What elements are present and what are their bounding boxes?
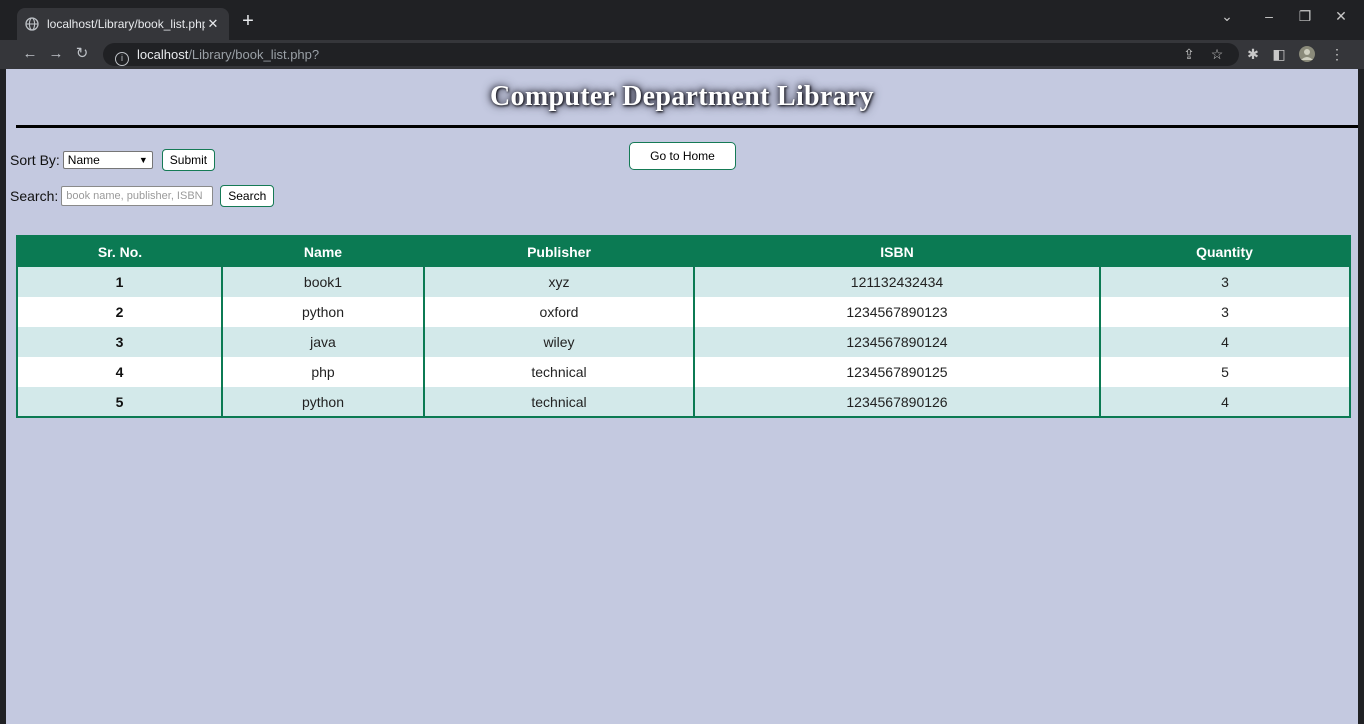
go-home-button[interactable]: Go to Home bbox=[629, 142, 736, 170]
search-input[interactable]: book name, publisher, ISBN bbox=[61, 186, 214, 206]
cell-quantity: 3 bbox=[1099, 267, 1350, 297]
cell-sr-no: 3 bbox=[17, 327, 222, 357]
address-bar[interactable]: i localhost/Library/book_list.php? bbox=[103, 43, 1239, 66]
cell-sr-no: 2 bbox=[17, 297, 222, 327]
table-row: 2 python oxford 1234567890123 3 bbox=[17, 297, 1350, 327]
reload-icon[interactable]: ↻ bbox=[72, 44, 92, 64]
sort-label: Sort By: bbox=[10, 152, 60, 168]
star-icon[interactable]: ☆ bbox=[1208, 45, 1226, 63]
window-frame-right bbox=[1358, 69, 1364, 724]
table-row: 1 book1 xyz 121132432434 3 bbox=[17, 267, 1350, 297]
sidepanel-icon[interactable]: ◧ bbox=[1270, 45, 1288, 63]
profile-icon[interactable] bbox=[1298, 45, 1316, 63]
tab-strip: localhost/Library/book_list.php? ✕ + ⌄ –… bbox=[0, 0, 1364, 40]
close-icon[interactable]: ✕ bbox=[205, 16, 221, 32]
sort-select[interactable]: Name ▼ bbox=[62, 151, 153, 169]
extensions-icon[interactable]: ✱ bbox=[1244, 45, 1262, 63]
cell-publisher: wiley bbox=[423, 327, 694, 357]
page-title: Computer Department Library bbox=[490, 81, 874, 112]
cell-name: book1 bbox=[221, 267, 424, 297]
cell-isbn: 1234567890126 bbox=[693, 387, 1100, 417]
cell-quantity: 5 bbox=[1099, 357, 1350, 387]
restore-icon[interactable]: ❐ bbox=[1290, 8, 1320, 25]
new-tab-button[interactable]: + bbox=[236, 10, 260, 34]
forward-icon[interactable]: → bbox=[46, 44, 66, 64]
cell-isbn: 1234567890125 bbox=[693, 357, 1100, 387]
search-form: Search: book name, publisher, ISBN Searc… bbox=[10, 185, 275, 207]
table-row: 3 java wiley 1234567890124 4 bbox=[17, 327, 1350, 357]
search-button[interactable]: Search bbox=[220, 185, 275, 207]
browser-toolbar: ← → ↻ i localhost/Library/book_list.php? … bbox=[0, 40, 1364, 69]
title-divider bbox=[16, 125, 1358, 128]
cell-publisher: technical bbox=[423, 387, 694, 417]
cell-quantity: 4 bbox=[1099, 327, 1350, 357]
cell-name: python bbox=[221, 387, 424, 417]
column-header-sr-no: Sr. No. bbox=[17, 236, 222, 267]
sort-select-value: Name bbox=[67, 153, 100, 167]
submit-button[interactable]: Submit bbox=[161, 149, 216, 171]
table-row: 4 php technical 1234567890125 5 bbox=[17, 357, 1350, 387]
cell-sr-no: 1 bbox=[17, 267, 222, 297]
cell-quantity: 4 bbox=[1099, 387, 1350, 417]
sort-form: Sort By: Name ▼ Submit bbox=[10, 149, 216, 171]
cell-isbn: 1234567890123 bbox=[693, 297, 1100, 327]
info-icon[interactable]: i bbox=[115, 52, 129, 66]
cell-name: php bbox=[221, 357, 424, 387]
minimize-icon[interactable]: – bbox=[1254, 8, 1284, 24]
browser-tab[interactable]: localhost/Library/book_list.php? ✕ bbox=[17, 8, 229, 40]
menu-icon[interactable]: ⋮ bbox=[1328, 45, 1346, 63]
table-header-row: Sr. No. Name Publisher ISBN Quantity bbox=[17, 236, 1350, 267]
cell-name: python bbox=[221, 297, 424, 327]
chevron-down-icon: ▼ bbox=[138, 155, 148, 165]
column-header-name: Name bbox=[222, 236, 424, 267]
table-row: 5 python technical 1234567890126 4 bbox=[17, 387, 1350, 417]
cell-publisher: technical bbox=[423, 357, 694, 387]
back-icon[interactable]: ← bbox=[20, 44, 40, 64]
chevron-down-icon[interactable]: ⌄ bbox=[1212, 8, 1242, 25]
book-table: Sr. No. Name Publisher ISBN Quantity 1 b… bbox=[16, 235, 1351, 418]
page-content: Computer Department Library Sort By: Nam… bbox=[6, 69, 1358, 724]
cell-isbn: 121132432434 bbox=[693, 267, 1100, 297]
cell-quantity: 3 bbox=[1099, 297, 1350, 327]
column-header-quantity: Quantity bbox=[1100, 236, 1350, 267]
globe-icon bbox=[25, 17, 39, 31]
column-header-publisher: Publisher bbox=[424, 236, 694, 267]
search-label: Search: bbox=[10, 188, 59, 204]
browser-chrome: localhost/Library/book_list.php? ✕ + ⌄ –… bbox=[0, 0, 1364, 69]
tab-title: localhost/Library/book_list.php? bbox=[47, 17, 205, 31]
cell-isbn: 1234567890124 bbox=[693, 327, 1100, 357]
window-close-icon[interactable]: ✕ bbox=[1326, 8, 1356, 25]
cell-sr-no: 5 bbox=[17, 387, 222, 417]
share-icon[interactable]: ⇪ bbox=[1180, 45, 1198, 63]
cell-publisher: xyz bbox=[423, 267, 694, 297]
cell-name: java bbox=[221, 327, 424, 357]
cell-publisher: oxford bbox=[423, 297, 694, 327]
url-path: /Library/book_list.php? bbox=[188, 47, 320, 62]
cell-sr-no: 4 bbox=[17, 357, 222, 387]
url-host: localhost bbox=[137, 47, 189, 62]
column-header-isbn: ISBN bbox=[694, 236, 1100, 267]
